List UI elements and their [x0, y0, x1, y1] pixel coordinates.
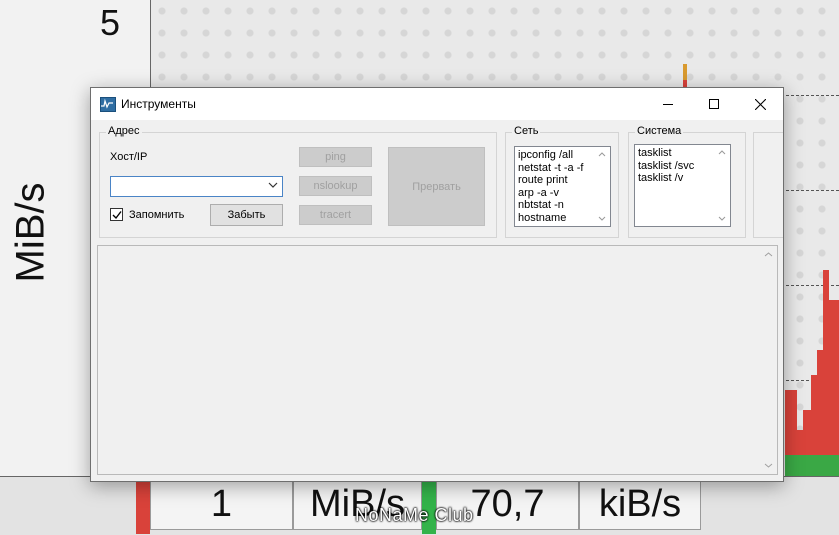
title-bar[interactable]: Инструменты	[91, 88, 783, 120]
network-commands-list[interactable]: ipconfig /all netstat -t -a -f route pri…	[514, 146, 611, 227]
close-icon	[754, 98, 766, 110]
window-title: Инструменты	[121, 97, 196, 111]
network-monitor-icon	[100, 97, 116, 112]
output-scrollbar[interactable]	[760, 246, 777, 474]
abort-button[interactable]: Прервать	[388, 147, 485, 226]
chevron-down-icon	[268, 182, 278, 188]
graph-bar	[829, 300, 839, 476]
address-group-label: Адрес	[106, 125, 142, 137]
minimize-button[interactable]	[645, 88, 691, 120]
scroll-up-icon[interactable]	[598, 152, 606, 157]
extra-group	[753, 132, 783, 238]
scrollbar[interactable]	[715, 145, 730, 226]
network-group-label: Сеть	[512, 125, 541, 137]
scrollbar[interactable]	[595, 147, 610, 226]
system-commands-list[interactable]: tasklist tasklist /svc tasklist /v	[634, 144, 731, 227]
checkmark-icon	[112, 211, 122, 220]
tools-dialog: Инструменты Адрес Хост/IP Запомнить Забы…	[90, 87, 784, 482]
host-label: Хост/IP	[110, 151, 148, 163]
output-textarea[interactable]	[97, 245, 778, 475]
scroll-down-icon[interactable]	[764, 463, 773, 468]
tracert-button[interactable]: tracert	[299, 205, 372, 225]
scroll-up-icon[interactable]	[718, 150, 726, 155]
forget-button[interactable]: Забыть	[210, 204, 283, 226]
maximize-button[interactable]	[691, 88, 737, 120]
system-group-label: Система	[635, 125, 684, 137]
scroll-down-icon[interactable]	[598, 216, 606, 221]
y-axis-max-value: 5	[100, 2, 121, 43]
watermark: NoNaMe Club	[355, 505, 474, 525]
graph-bar	[785, 455, 839, 476]
maximize-icon	[709, 99, 719, 109]
download-rate-unit: kiB/s	[579, 478, 701, 530]
upload-indicator	[136, 478, 150, 534]
scroll-up-icon[interactable]	[764, 252, 773, 257]
host-input[interactable]	[110, 176, 283, 197]
upload-rate-value: 1	[150, 478, 293, 530]
scroll-down-icon[interactable]	[718, 216, 726, 221]
remember-checkbox[interactable]	[110, 208, 123, 221]
close-button[interactable]	[737, 88, 783, 120]
minimize-icon	[663, 104, 673, 105]
remember-label: Запомнить	[129, 209, 185, 221]
y-axis-unit-label: MiB/s	[8, 182, 53, 283]
ping-button[interactable]: ping	[299, 147, 372, 167]
nslookup-button[interactable]: nslookup	[299, 176, 372, 196]
